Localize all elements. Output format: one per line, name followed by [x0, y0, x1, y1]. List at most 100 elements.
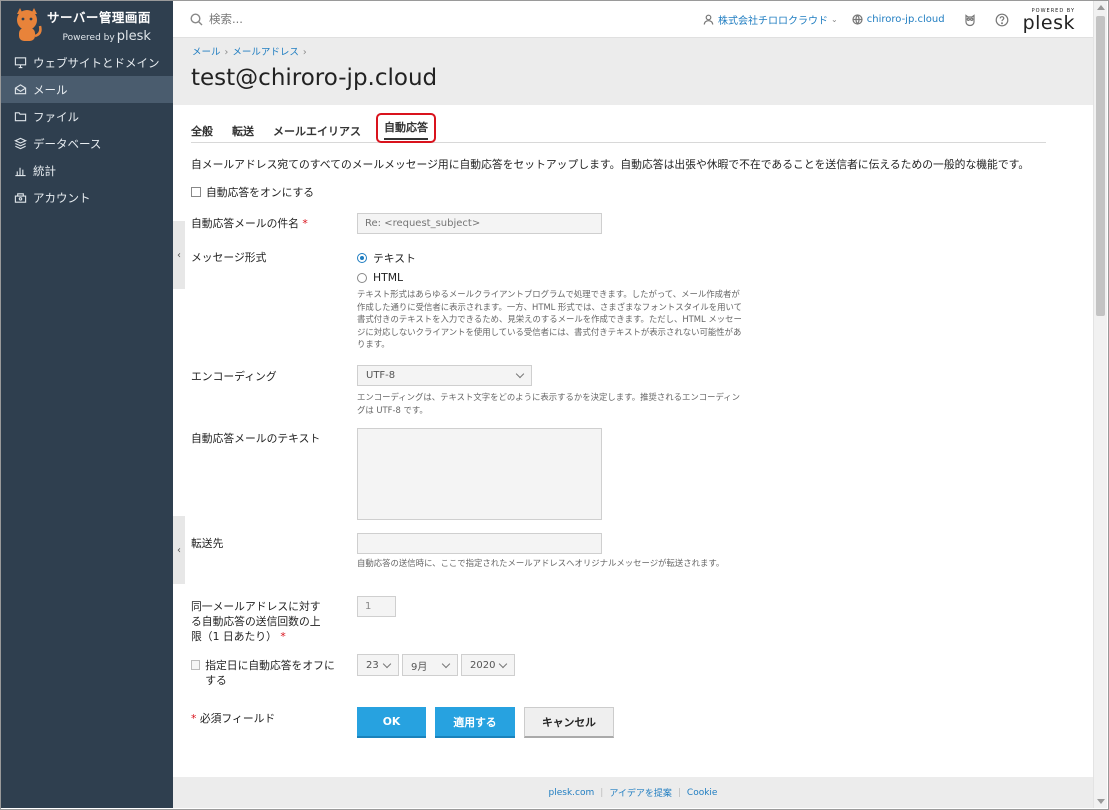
- format-label: メッセージ形式: [191, 251, 267, 264]
- footer-link-plesk[interactable]: plesk.com: [549, 788, 595, 798]
- enable-autoreply-label: 自動応答をオンにする: [206, 186, 315, 199]
- help-icon[interactable]: [995, 13, 1009, 27]
- required-note: * 必須フィールド: [191, 711, 275, 726]
- breadcrumb-separator: ›: [224, 47, 229, 58]
- search-input[interactable]: [209, 12, 509, 26]
- forward-hint: 自動応答の送信時に、ここで指定されたメールアドレスへオリジナルメッセージが転送さ…: [357, 558, 725, 568]
- tab-mail-aliases[interactable]: メールエイリアス: [273, 117, 361, 143]
- year-select[interactable]: 2020: [461, 654, 515, 676]
- mail-icon: [13, 83, 27, 97]
- account-menu[interactable]: 株式会社チロロクラウド ⌄: [703, 12, 838, 27]
- encoding-value: UTF-8: [366, 370, 396, 381]
- sidebar-item-account[interactable]: アカウント: [1, 184, 173, 211]
- folder-icon: [13, 110, 27, 124]
- day-select[interactable]: 23: [357, 654, 399, 676]
- format-html-radio[interactable]: [357, 272, 367, 283]
- plesk-wordmark: plesk: [1022, 11, 1075, 34]
- subject-input[interactable]: [357, 213, 602, 234]
- breadcrumb: メール › メールアドレス ›: [192, 44, 311, 58]
- plesk-logo: POWERED BY plesk: [1022, 8, 1075, 34]
- owl-icon[interactable]: [963, 13, 977, 27]
- offdate-label: 指定日に自動応答をオフにする: [205, 659, 335, 687]
- brand-powered: Powered by plesk: [63, 29, 151, 44]
- scroll-up-arrow[interactable]: [1097, 5, 1105, 10]
- scroll-thumb[interactable]: [1096, 16, 1105, 316]
- search-box[interactable]: [190, 12, 590, 26]
- sidebar-item-label: ウェブサイトとドメイン: [33, 55, 160, 70]
- breadcrumb-addresses[interactable]: メールアドレス: [232, 47, 299, 58]
- sidebar-item-databases[interactable]: データベース: [1, 130, 173, 157]
- format-text-label: テキスト: [373, 252, 416, 265]
- apply-button[interactable]: 適用する: [435, 707, 515, 738]
- enable-autoreply-row: 自動応答をオンにする: [191, 184, 314, 200]
- breadcrumb-separator: ›: [302, 47, 307, 58]
- tab-autoreply[interactable]: 自動応答: [376, 113, 436, 143]
- ok-button[interactable]: OK: [357, 707, 426, 738]
- footer-separator: |: [600, 787, 604, 798]
- month-value: 9月: [411, 661, 428, 673]
- vertical-scrollbar[interactable]: [1093, 1, 1107, 808]
- format-hint: テキスト形式はあらゆるメールクライアントプログラムで処理できます。したがって、メ…: [357, 289, 742, 349]
- footer-link-ideas[interactable]: アイデアを提案: [609, 786, 672, 799]
- offdate-checkbox[interactable]: [191, 660, 201, 670]
- domain-link[interactable]: chiroro-jp.cloud: [852, 14, 945, 25]
- tab-general[interactable]: 全般: [191, 117, 213, 143]
- chevron-down-icon: ⌄: [831, 15, 838, 24]
- chevron-down-icon: [441, 659, 451, 668]
- sidebar-item-mail[interactable]: メール: [1, 76, 173, 103]
- autoreply-text-area[interactable]: [357, 428, 602, 520]
- user-icon: [703, 14, 714, 25]
- cancel-button[interactable]: キャンセル: [524, 707, 614, 738]
- footer-link-cookie[interactable]: Cookie: [687, 788, 718, 798]
- main-content: 全般 転送 メールエイリアス 自動応答 自メールアドレス宛てのすべてのメールメッ…: [173, 105, 1093, 777]
- chevron-down-icon: [382, 659, 392, 668]
- limit-label: 同一メールアドレスに対する自動応答の送信回数の上限（1 日あたり） *: [191, 599, 321, 644]
- forward-label: 転送先: [191, 537, 224, 550]
- encoding-label: エンコーディング: [191, 370, 277, 383]
- scroll-down-arrow[interactable]: [1097, 799, 1105, 804]
- format-html-option[interactable]: HTML: [357, 271, 403, 284]
- sidebar-item-label: ファイル: [33, 109, 79, 124]
- limit-label-text: 同一メールアドレスに対する自動応答の送信回数の上限（1 日あたり）: [191, 600, 321, 643]
- sidebar-item-files[interactable]: ファイル: [1, 103, 173, 130]
- chevron-down-icon: [515, 369, 525, 379]
- year-value: 2020: [470, 659, 496, 671]
- required-asterisk: *: [191, 712, 197, 725]
- subject-label: 自動応答メールの件名 *: [191, 216, 308, 231]
- sidebar-item-label: 統計: [33, 163, 56, 178]
- account-name: 株式会社チロロクラウド: [718, 16, 829, 27]
- required-asterisk: *: [302, 217, 308, 230]
- page-title: test@chiroro-jp.cloud: [191, 65, 438, 91]
- breadcrumb-mail[interactable]: メール: [192, 47, 221, 58]
- limit-input[interactable]: 1: [357, 596, 396, 617]
- format-text-option[interactable]: テキスト: [357, 250, 416, 266]
- enable-autoreply-checkbox[interactable]: [191, 187, 201, 197]
- domain-name: chiroro-jp.cloud: [866, 14, 945, 25]
- top-right-area: 株式会社チロロクラウド ⌄ chiroro-jp.cloud POWERED B…: [689, 1, 1075, 38]
- subject-label-text: 自動応答メールの件名: [191, 217, 299, 230]
- footer-separator: |: [677, 787, 681, 798]
- sidebar-item-label: メール: [33, 82, 68, 97]
- intro-text: 自メールアドレス宛てのすべてのメールメッセージ用に自動応答をセットアップします。…: [191, 158, 1030, 171]
- format-text-radio[interactable]: [357, 253, 367, 263]
- tab-forwarding[interactable]: 転送: [232, 117, 254, 143]
- sidebar-item-statistics[interactable]: 統計: [1, 157, 173, 184]
- sidebar-item-websites[interactable]: ウェブサイトとドメイン: [1, 49, 173, 76]
- text-label: 自動応答メールのテキスト: [191, 432, 321, 445]
- required-note-text: 必須フィールド: [199, 712, 276, 725]
- sidebar: サーバー管理画面 Powered by plesk ウェブサイトとドメイン メール…: [1, 1, 173, 808]
- tab-autoreply-label: 自動応答: [384, 119, 428, 140]
- plesk-wordmark: plesk: [116, 28, 151, 44]
- encoding-select[interactable]: UTF-8: [357, 365, 532, 386]
- cat-logo-icon: [17, 8, 42, 41]
- chevron-down-icon: [498, 659, 508, 668]
- brand[interactable]: サーバー管理画面 Powered by plesk: [1, 1, 173, 49]
- footer: plesk.com | アイデアを提案 | Cookie: [173, 777, 1093, 808]
- forward-input[interactable]: [357, 533, 602, 554]
- month-select[interactable]: 9月: [402, 654, 458, 676]
- brand-title: サーバー管理画面: [47, 9, 151, 25]
- database-icon: [13, 137, 27, 151]
- encoding-hint: エンコーディングは、テキスト文字をどのように表示するかを決定します。推奨されるエ…: [357, 392, 740, 415]
- day-value: 23: [366, 659, 379, 671]
- offdate-row: 指定日に自動応答をオフにする: [191, 658, 341, 688]
